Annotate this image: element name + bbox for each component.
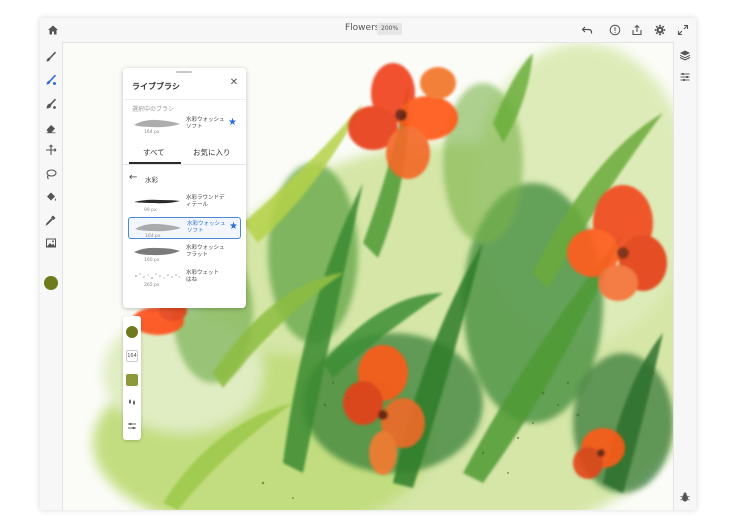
brush-list-item[interactable]: 99 px 水彩ラウンドディテール	[128, 192, 241, 214]
close-icon[interactable]: ✕	[229, 78, 239, 88]
brush-name: 水彩ウォッシュ ソフト	[187, 221, 226, 234]
brush-name: 水彩ウォッシュフラット	[186, 245, 225, 258]
brush-color-swatch[interactable]	[126, 326, 138, 338]
layers-icon[interactable]	[678, 48, 692, 62]
eyedropper-icon[interactable]	[44, 213, 58, 227]
app-window: Flowers 200% 164 ライブブラシ ✕ 選択中のブラシ 164 px…	[40, 18, 696, 510]
brush-stroke-preview	[135, 223, 181, 232]
favorite-star-icon[interactable]: ★	[229, 222, 238, 232]
divider	[123, 99, 246, 100]
help-icon[interactable]	[608, 23, 622, 37]
brush-stroke-preview	[135, 273, 180, 279]
current-brush[interactable]: 164 px 水彩ウォッシュ ソフト ★	[128, 114, 241, 136]
current-color-swatch[interactable]	[44, 276, 58, 290]
brush-size: 160 px	[144, 258, 160, 263]
right-toolbar	[673, 42, 696, 510]
brush-list-item[interactable]: 160 px 水彩ウォッシュフラット	[128, 242, 241, 264]
brush-stroke-preview	[134, 247, 180, 256]
fullscreen-icon[interactable]	[676, 23, 690, 37]
zoom-level[interactable]: 200%	[377, 23, 403, 35]
brush-size: 265 px	[144, 283, 160, 288]
lasso-icon[interactable]	[44, 167, 58, 181]
document-title[interactable]: Flowers	[345, 23, 379, 33]
paint-bucket-icon[interactable]	[44, 190, 58, 204]
fill-brush-icon[interactable]	[44, 97, 58, 111]
tab-all[interactable]: すべて	[143, 147, 165, 158]
paint-brush-icon[interactable]	[44, 50, 58, 64]
eraser-icon[interactable]	[44, 121, 58, 135]
panel-drag-handle[interactable]	[176, 71, 192, 73]
tab-favorites[interactable]: お気に入り	[193, 147, 231, 158]
brush-name: 水彩ラウンドディテール	[186, 195, 225, 208]
bug-report-icon[interactable]	[678, 490, 692, 504]
favorite-star-icon[interactable]: ★	[228, 118, 237, 128]
brush-list-item[interactable]: 265 px 水彩ウェット はね	[128, 267, 241, 289]
brush-size: 99 px	[144, 208, 157, 213]
transform-icon[interactable]	[44, 143, 58, 157]
category-label: 水彩	[145, 176, 158, 184]
brush-size-control[interactable]: 164	[126, 350, 138, 362]
brush-stroke-preview	[134, 199, 180, 204]
layer-properties-icon[interactable]	[678, 70, 692, 84]
brush-size: 164 px	[144, 130, 160, 135]
back-arrow-icon[interactable]: ←	[129, 172, 137, 184]
top-bar: Flowers 200%	[40, 18, 696, 43]
brush-name: 水彩ウォッシュ ソフト	[186, 117, 225, 130]
image-icon[interactable]	[44, 236, 58, 250]
share-icon[interactable]	[630, 23, 644, 37]
current-brush-label: 選択中のブラシ	[132, 106, 174, 113]
brush-stroke-preview	[134, 119, 180, 128]
brush-properties-strip: 164	[123, 316, 141, 440]
brush-name: 水彩ウェット はね	[186, 270, 220, 283]
brush-size: 164 px	[145, 234, 161, 239]
gear-icon[interactable]	[653, 23, 667, 37]
undo-icon[interactable]	[580, 23, 594, 37]
brush-settings-icon[interactable]	[126, 420, 138, 432]
left-toolbar	[40, 42, 63, 510]
brush-flow-swatch[interactable]	[126, 374, 138, 386]
water-flow-icon[interactable]	[126, 396, 138, 408]
live-brushes-panel: ライブブラシ ✕ 選択中のブラシ 164 px 水彩ウォッシュ ソフト ★ すべ…	[123, 68, 246, 308]
home-icon[interactable]	[46, 23, 60, 37]
brush-list-item-selected[interactable]: 164 px 水彩ウォッシュ ソフト ★	[128, 217, 241, 239]
watercolor-brush-icon[interactable]	[44, 73, 58, 87]
divider	[123, 164, 246, 165]
panel-title: ライブブラシ	[132, 82, 180, 91]
